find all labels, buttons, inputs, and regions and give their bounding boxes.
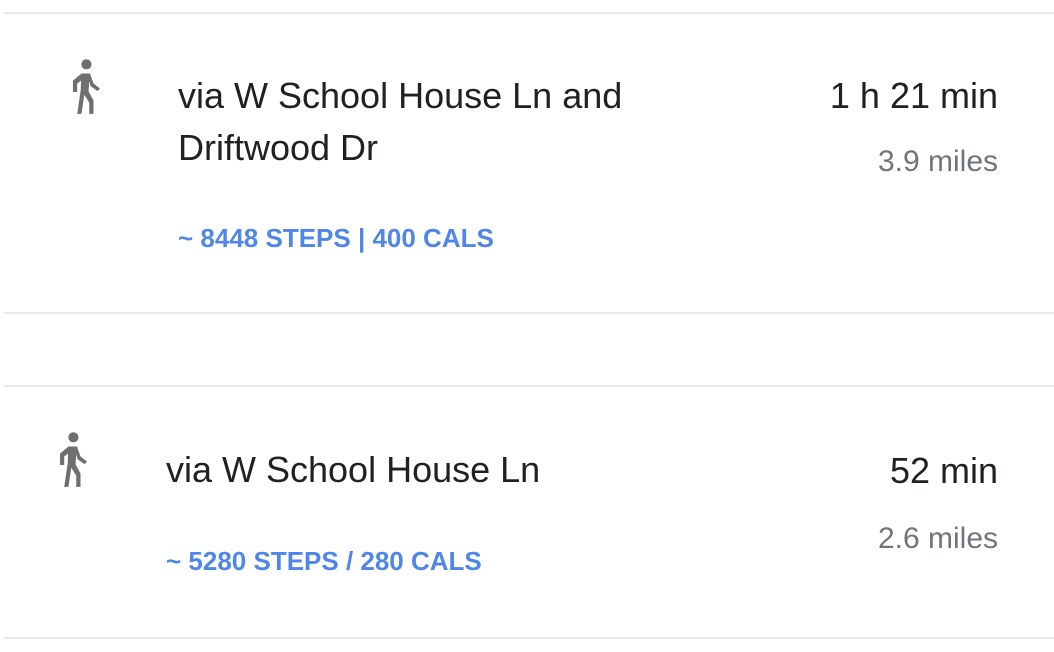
route-distance: 2.6 miles <box>877 522 998 555</box>
route-name: via W School House Ln and Driftwood Dr <box>178 70 622 174</box>
divider <box>4 312 1054 314</box>
person-walking-icon <box>55 431 89 489</box>
divider <box>4 637 1054 639</box>
route-name: via W School House Ln <box>166 444 540 496</box>
route-duration: 1 h 21 min <box>829 75 998 116</box>
route-steps-calories: ~ 8448 STEPS | 400 CALS <box>178 223 494 253</box>
route-steps-calories: ~ 5280 STEPS / 280 CALS <box>166 546 482 576</box>
route-option-1[interactable]: via W School House Ln and Driftwood Dr 1… <box>0 14 1054 314</box>
route-duration: 52 min <box>889 450 998 491</box>
person-walking-icon <box>68 58 102 116</box>
route-distance: 3.9 miles <box>877 145 998 178</box>
route-option-2[interactable]: via W School House Ln 52 min 2.6 miles ~… <box>0 387 1054 637</box>
route-name-line: via W School House Ln <box>166 449 541 490</box>
walking-directions-list: via W School House Ln and Driftwood Dr 1… <box>0 0 1054 652</box>
route-name-line: via W School House Ln and <box>178 75 623 116</box>
route-name-line: Driftwood Dr <box>178 127 379 168</box>
